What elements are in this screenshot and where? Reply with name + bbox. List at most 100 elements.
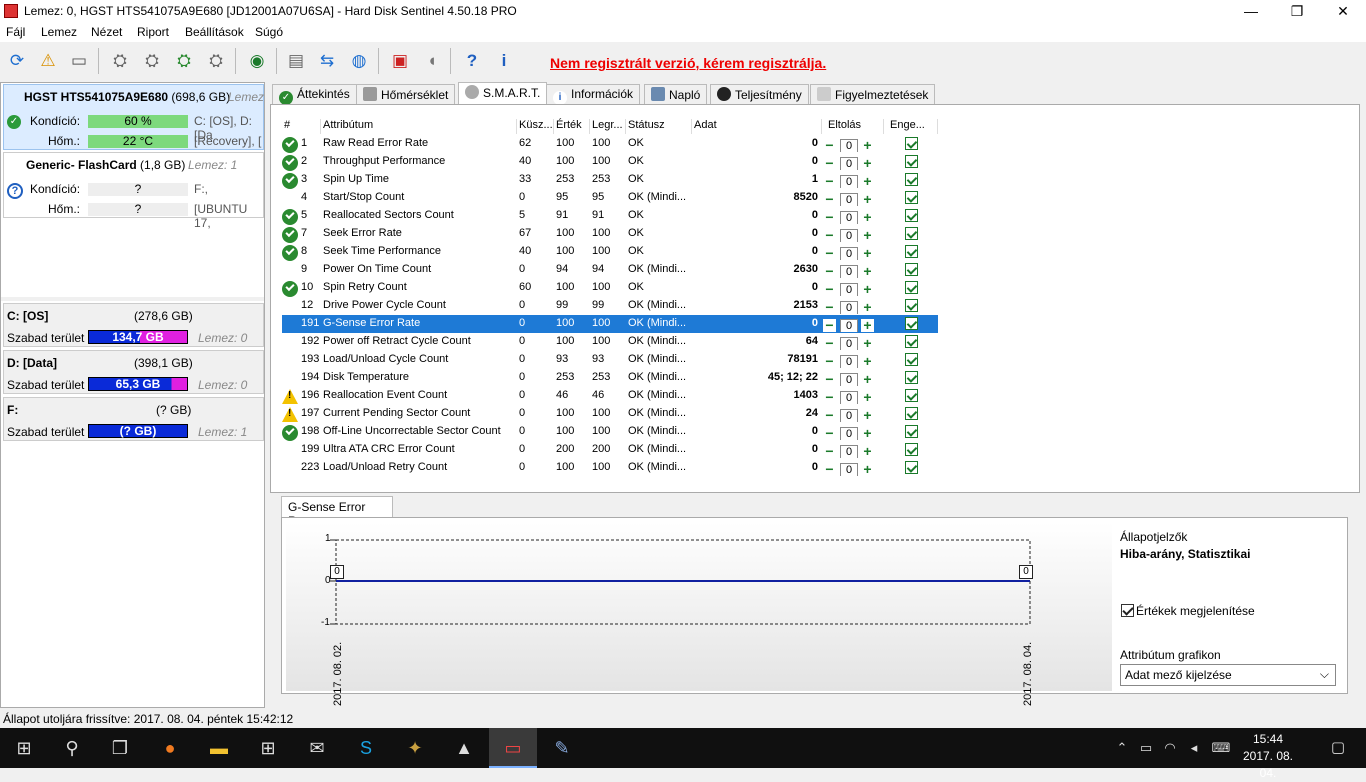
app-icon-pointer[interactable]: ✦ — [391, 728, 439, 768]
decrease-offset-button[interactable]: − — [823, 337, 836, 350]
decrease-offset-button[interactable]: − — [823, 229, 836, 242]
enable-checkbox[interactable] — [905, 263, 918, 276]
increase-offset-button[interactable]: + — [861, 265, 874, 278]
wifi-icon[interactable]: ◠ — [1158, 728, 1182, 768]
table-row[interactable]: 223 Load/Unload Retry Count 0 100 100 OK (Min… — [282, 459, 938, 477]
table-row[interactable]: 12 Drive Power Cycle Count 0 99 99 OK (Mindi.… — [282, 297, 938, 315]
increase-offset-button[interactable]: + — [861, 337, 874, 350]
enable-checkbox[interactable] — [905, 407, 918, 420]
decrease-offset-button[interactable]: − — [823, 319, 836, 332]
increase-offset-button[interactable]: + — [861, 247, 874, 260]
table-row[interactable]: 191 G-Sense Error Rate 0 100 100 OK (Mindi...… — [282, 315, 938, 333]
show-values-checkbox[interactable] — [1121, 604, 1134, 617]
increase-offset-button[interactable]: + — [861, 193, 874, 206]
offset-value[interactable]: 0 — [840, 409, 858, 422]
table-row[interactable]: 194 Disk Temperature 0 253 253 OK (Mindi... 45… — [282, 369, 938, 387]
notification-icon[interactable]: ▢ — [1318, 728, 1358, 768]
table-row[interactable]: 4 Start/Stop Count 0 95 95 OK (Mindi... 8520−0… — [282, 189, 938, 207]
offset-value[interactable]: 0 — [840, 427, 858, 440]
table-row[interactable]: 8 Seek Time Performance 40 100 100 OK 0−0 + — [282, 243, 938, 261]
decrease-offset-button[interactable]: − — [823, 409, 836, 422]
keyboard-icon[interactable]: ⌨ — [1206, 728, 1236, 768]
disk-check-icon[interactable]: ⛭ — [170, 47, 198, 75]
sync-icon[interactable]: ⇆ — [313, 47, 341, 75]
tab-alerts[interactable]: Figyelmeztetések — [810, 84, 936, 104]
table-row[interactable]: 5 Reallocated Sectors Count 5 91 91 OK 0−0 + — [282, 207, 938, 225]
enable-checkbox[interactable] — [905, 281, 918, 294]
chevron-up-icon[interactable]: ⌃ — [1108, 728, 1136, 768]
col-worst[interactable]: Legr... — [590, 119, 626, 134]
offset-value[interactable]: 0 — [840, 373, 858, 386]
volume-c[interactable]: C: [OS] (278,6 GB) Szabad terület 134,7 … — [3, 303, 264, 347]
col-status[interactable]: Státusz — [626, 119, 692, 134]
task-view-icon[interactable]: ❐ — [96, 728, 144, 768]
decrease-offset-button[interactable]: − — [823, 391, 836, 404]
table-row[interactable]: 193 Load/Unload Cycle Count 0 93 93 OK (Mindi… — [282, 351, 938, 369]
increase-offset-button[interactable]: + — [861, 355, 874, 368]
sound-icon[interactable]: ◖ — [418, 47, 446, 75]
tab-information[interactable]: i Információk — [546, 84, 641, 105]
offset-value[interactable]: 0 — [840, 445, 858, 458]
tab-overview[interactable]: ✓ Áttekintés — [272, 84, 357, 105]
decrease-offset-button[interactable]: − — [823, 445, 836, 458]
close-button[interactable]: ✕ — [1320, 0, 1366, 23]
increase-offset-button[interactable]: + — [861, 373, 874, 386]
table-row[interactable]: ! 197 Current Pending Sector Count 0 100 100 O… — [282, 405, 938, 423]
start-icon[interactable]: ⊞ — [0, 728, 48, 768]
report-icon[interactable]: ▤ — [282, 47, 310, 75]
increase-offset-button[interactable]: + — [861, 463, 874, 476]
decrease-offset-button[interactable]: − — [823, 301, 836, 314]
minimize-button[interactable]: — — [1228, 0, 1274, 23]
register-link[interactable]: Nem regisztrált verzió, kérem regisztrál… — [550, 55, 826, 71]
offset-value[interactable]: 0 — [840, 157, 858, 170]
table-row[interactable]: 3 Spin Up Time 33 253 253 OK 1−0 + — [282, 171, 938, 189]
table-row[interactable]: 198 Off-Line Uncorrectable Sector Count 0 1… — [282, 423, 938, 441]
table-row[interactable]: ! 196 Reallocation Event Count 0 46 46 OK (Min… — [282, 387, 938, 405]
enable-checkbox[interactable] — [905, 335, 918, 348]
col-offset[interactable]: Eltolás — [822, 119, 884, 134]
menu-report[interactable]: Riport — [137, 25, 169, 39]
increase-offset-button[interactable]: + — [861, 301, 874, 314]
alert-icon[interactable]: ⚠ — [34, 47, 62, 75]
table-row[interactable]: 192 Power off Retract Cycle Count 0 100 100 O… — [282, 333, 938, 351]
enable-checkbox[interactable] — [905, 371, 918, 384]
store-icon[interactable]: ⊞ — [244, 728, 292, 768]
offset-value[interactable]: 0 — [840, 139, 858, 152]
mail-icon[interactable]: ✉ — [293, 728, 341, 768]
increase-offset-button[interactable]: + — [861, 157, 874, 170]
disk-surface-icon[interactable]: ⛭ — [138, 47, 166, 75]
increase-offset-button[interactable]: + — [861, 175, 874, 188]
offset-value[interactable]: 0 — [840, 175, 858, 188]
offset-value[interactable]: 0 — [840, 229, 858, 242]
clock[interactable]: 15:44 2017. 08. 04. — [1238, 731, 1298, 782]
increase-offset-button[interactable]: + — [861, 229, 874, 242]
increase-offset-button[interactable]: + — [861, 427, 874, 440]
offset-value[interactable]: 0 — [840, 337, 858, 350]
restore-button[interactable]: ❐ — [1274, 0, 1320, 23]
globe-icon[interactable]: ◉ — [243, 47, 271, 75]
file-explorer-icon[interactable]: ▬ — [195, 728, 243, 768]
increase-offset-button[interactable]: + — [861, 409, 874, 422]
enable-checkbox[interactable] — [905, 317, 918, 330]
enable-checkbox[interactable] — [905, 209, 918, 222]
offset-value[interactable]: 0 — [840, 211, 858, 224]
volume-f[interactable]: F: (? GB) Szabad terület (? GB) Lemez: 1 — [3, 397, 264, 441]
decrease-offset-button[interactable]: − — [823, 211, 836, 224]
paint-icon[interactable]: ✎ — [538, 728, 586, 768]
table-row[interactable]: 2 Throughput Performance 40 100 100 OK 0−0 + — [282, 153, 938, 171]
table-row[interactable]: 199 Ultra ATA CRC Error Count 0 200 200 OK (M… — [282, 441, 938, 459]
enable-checkbox[interactable] — [905, 389, 918, 402]
col-data[interactable]: Adat — [692, 119, 822, 134]
battery-icon[interactable]: ▭ — [1134, 728, 1158, 768]
enable-checkbox[interactable] — [905, 425, 918, 438]
offset-value[interactable]: 0 — [840, 463, 858, 476]
enable-checkbox[interactable] — [905, 173, 918, 186]
table-row[interactable]: 10 Spin Retry Count 60 100 100 OK 0−0 + — [282, 279, 938, 297]
enable-checkbox[interactable] — [905, 443, 918, 456]
enable-checkbox[interactable] — [905, 245, 918, 258]
volume-d[interactable]: D: [Data] (398,1 GB) Szabad terület 65,3… — [3, 350, 264, 394]
increase-offset-button[interactable]: + — [861, 445, 874, 458]
increase-offset-button[interactable]: + — [861, 283, 874, 296]
hard-disk-sentinel-taskbar-icon[interactable]: ▭ — [489, 728, 537, 768]
increase-offset-button[interactable]: + — [861, 391, 874, 404]
